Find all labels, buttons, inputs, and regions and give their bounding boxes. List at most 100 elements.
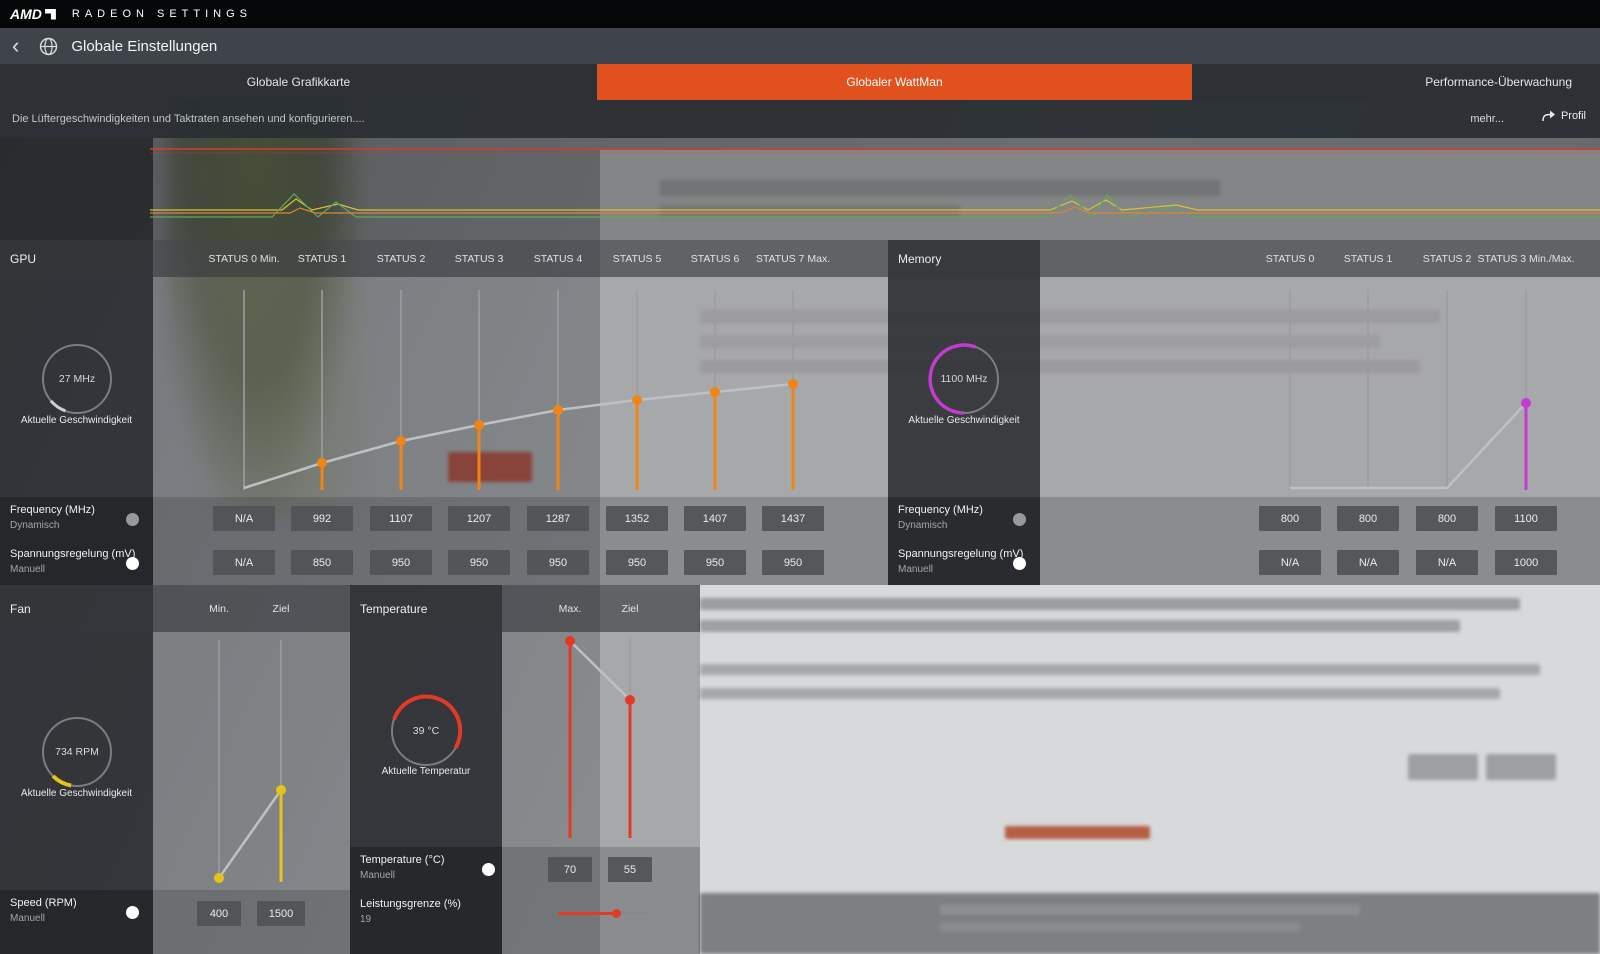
fan-column-label: Min.: [209, 602, 229, 615]
gpu-curve-point[interactable]: [788, 379, 798, 389]
memory-gauge-value: 1100 MHz: [940, 373, 988, 385]
memory-frequency-value[interactable]: 1100: [1495, 506, 1557, 531]
memory-voltage-row-header: Spannungsregelung (mV) Manuell: [888, 541, 1040, 585]
memory-speed-gauge: 1100 MHz: [926, 341, 1002, 417]
gpu-frequency-values: N/A 992 1107 1207 1287 1352 1407 1437: [153, 497, 888, 541]
gpu-status-label: STATUS 0 Min.: [208, 252, 280, 265]
gpu-frequency-value[interactable]: 1407: [684, 506, 746, 531]
gpu-curve-point[interactable]: [710, 387, 720, 397]
gpu-voltage-value[interactable]: 950: [370, 550, 432, 575]
profile-button[interactable]: Profil: [1542, 110, 1586, 122]
memory-curve-point[interactable]: [1521, 398, 1531, 408]
power-limit-slider-fill: [558, 912, 617, 915]
memory-voltage-value[interactable]: N/A: [1337, 550, 1399, 575]
temperature-max-value[interactable]: 70: [548, 857, 592, 882]
gpu-frequency-value[interactable]: 1437: [762, 506, 824, 531]
amd-logo: AMD: [10, 6, 42, 22]
content-overlay-filler: [700, 585, 1600, 954]
gpu-frequency-row-header: Frequency (MHz) Dynamisch: [0, 497, 153, 541]
gpu-voltage-toggle[interactable]: [126, 557, 139, 570]
tab-globaler-wattman[interactable]: Globaler WattMan: [597, 64, 1192, 100]
titlebar: AMD RADEON SETTINGS: [0, 0, 1600, 28]
gpu-frequency-value[interactable]: 992: [291, 506, 353, 531]
memory-voltage-toggle[interactable]: [1013, 557, 1026, 570]
temperature-curve-point[interactable]: [565, 636, 575, 646]
page-description: Die Lüftergeschwindigkeiten und Taktrate…: [12, 113, 365, 125]
gpu-section-header: GPU: [0, 240, 153, 277]
gpu-curve-point[interactable]: [632, 395, 642, 405]
gpu-curve-point[interactable]: [474, 420, 484, 430]
fan-curve-point[interactable]: [214, 873, 224, 883]
fan-min-value[interactable]: 400: [197, 901, 241, 926]
page-title: Globale Einstellungen: [71, 37, 218, 55]
gpu-frequency-value[interactable]: 1352: [606, 506, 668, 531]
memory-section-header: Memory: [888, 240, 1040, 277]
gpu-curve-point[interactable]: [396, 436, 406, 446]
fan-speed-values: 400 1500: [153, 890, 350, 954]
gpu-voltage-row-header: Spannungsregelung (mV) Manuell: [0, 541, 153, 585]
memory-voltage-value[interactable]: 1000: [1495, 550, 1557, 575]
gpu-status-label: STATUS 2: [376, 252, 426, 265]
temperature-column-label: Ziel: [621, 602, 639, 615]
fan-curve-point[interactable]: [276, 785, 286, 795]
gpu-voltage-value[interactable]: 950: [448, 550, 510, 575]
gpu-frequency-value[interactable]: 1287: [527, 506, 589, 531]
gpu-curve-point[interactable]: [317, 458, 327, 468]
gpu-status-header: STATUS 0 Min. STATUS 1 STATUS 2 STATUS 3…: [153, 240, 888, 277]
gpu-frequency-value[interactable]: N/A: [213, 506, 275, 531]
power-limit-slider-handle[interactable]: [612, 909, 621, 918]
gpu-frequency-chart: [153, 277, 888, 497]
share-arrow-icon: [1542, 110, 1555, 122]
power-limit-value-text: 19: [360, 914, 372, 925]
gpu-speed-gauge: 27 MHz: [39, 341, 115, 417]
gpu-section-label: GPU: [10, 251, 37, 266]
memory-frequency-toggle[interactable]: [1013, 513, 1026, 526]
gpu-voltage-value[interactable]: 950: [606, 550, 668, 575]
temperature-gauge-caption: Aktuelle Temperatur: [381, 766, 471, 777]
memory-gauge-panel: 1100 MHz Aktuelle Geschwindigkeit: [888, 277, 1040, 497]
gpu-frequency-label: Frequency (MHz): [10, 504, 95, 516]
gpu-voltage-value[interactable]: 950: [684, 550, 746, 575]
app-title: RADEON SETTINGS: [71, 8, 253, 20]
gpu-frequency-toggle[interactable]: [126, 513, 139, 526]
memory-voltage-value[interactable]: N/A: [1416, 550, 1478, 575]
gpu-voltage-value[interactable]: 950: [527, 550, 589, 575]
memory-frequency-chart: [1040, 277, 1600, 497]
temperature-row-header: Temperature (°C) Manuell: [350, 847, 502, 891]
memory-curve-svg: [1289, 290, 1531, 490]
temperature-row-label: Temperature (°C): [360, 854, 445, 866]
memory-voltage-value[interactable]: N/A: [1259, 550, 1321, 575]
memory-status-label: STATUS 0: [1265, 252, 1315, 265]
back-button[interactable]: ‹: [12, 35, 19, 57]
memory-voltage-label: Spannungsregelung (mV): [898, 548, 1024, 560]
gpu-frequency-value[interactable]: 1107: [370, 506, 432, 531]
memory-frequency-value[interactable]: 800: [1259, 506, 1321, 531]
memory-frequency-value[interactable]: 800: [1416, 506, 1478, 531]
gpu-voltage-value[interactable]: 850: [291, 550, 353, 575]
temperature-toggle[interactable]: [482, 863, 495, 876]
temperature-curve-point[interactable]: [625, 695, 635, 705]
fan-speed-row-header: Speed (RPM) Manuell: [0, 890, 153, 954]
gpu-voltage-mode: Manuell: [10, 564, 46, 575]
tab-globale-grafikkarte[interactable]: Globale Grafikkarte: [0, 64, 597, 100]
tab-bar: Globale Grafikkarte Globaler WattMan Per…: [0, 64, 1600, 100]
temperature-section-header: Temperature: [350, 585, 502, 632]
gpu-voltage-value[interactable]: 950: [762, 550, 824, 575]
fan-target-value[interactable]: 1500: [257, 901, 305, 926]
memory-frequency-value[interactable]: 800: [1337, 506, 1399, 531]
fan-speed-chart: [153, 632, 350, 890]
fan-speed-label: Speed (RPM): [10, 897, 77, 909]
temperature-gauge: 39 °C: [388, 693, 464, 769]
temperature-target-value[interactable]: 55: [608, 857, 652, 882]
temperature-column-label: Max.: [558, 602, 582, 615]
memory-section-label: Memory: [898, 251, 942, 266]
gpu-voltage-value[interactable]: N/A: [213, 550, 275, 575]
fan-speed-toggle[interactable]: [126, 906, 139, 919]
tab-performance-ueberwachung[interactable]: Performance-Überwachung: [1192, 64, 1600, 100]
more-link[interactable]: mehr...: [1470, 113, 1504, 125]
fan-speed-gauge: 734 RPM: [39, 714, 115, 790]
fan-gauge-caption: Aktuelle Geschwindigkeit: [20, 788, 133, 799]
gpu-frequency-value[interactable]: 1207: [448, 506, 510, 531]
memory-status-label: STATUS 2: [1422, 252, 1472, 265]
gpu-curve-point[interactable]: [553, 405, 563, 415]
